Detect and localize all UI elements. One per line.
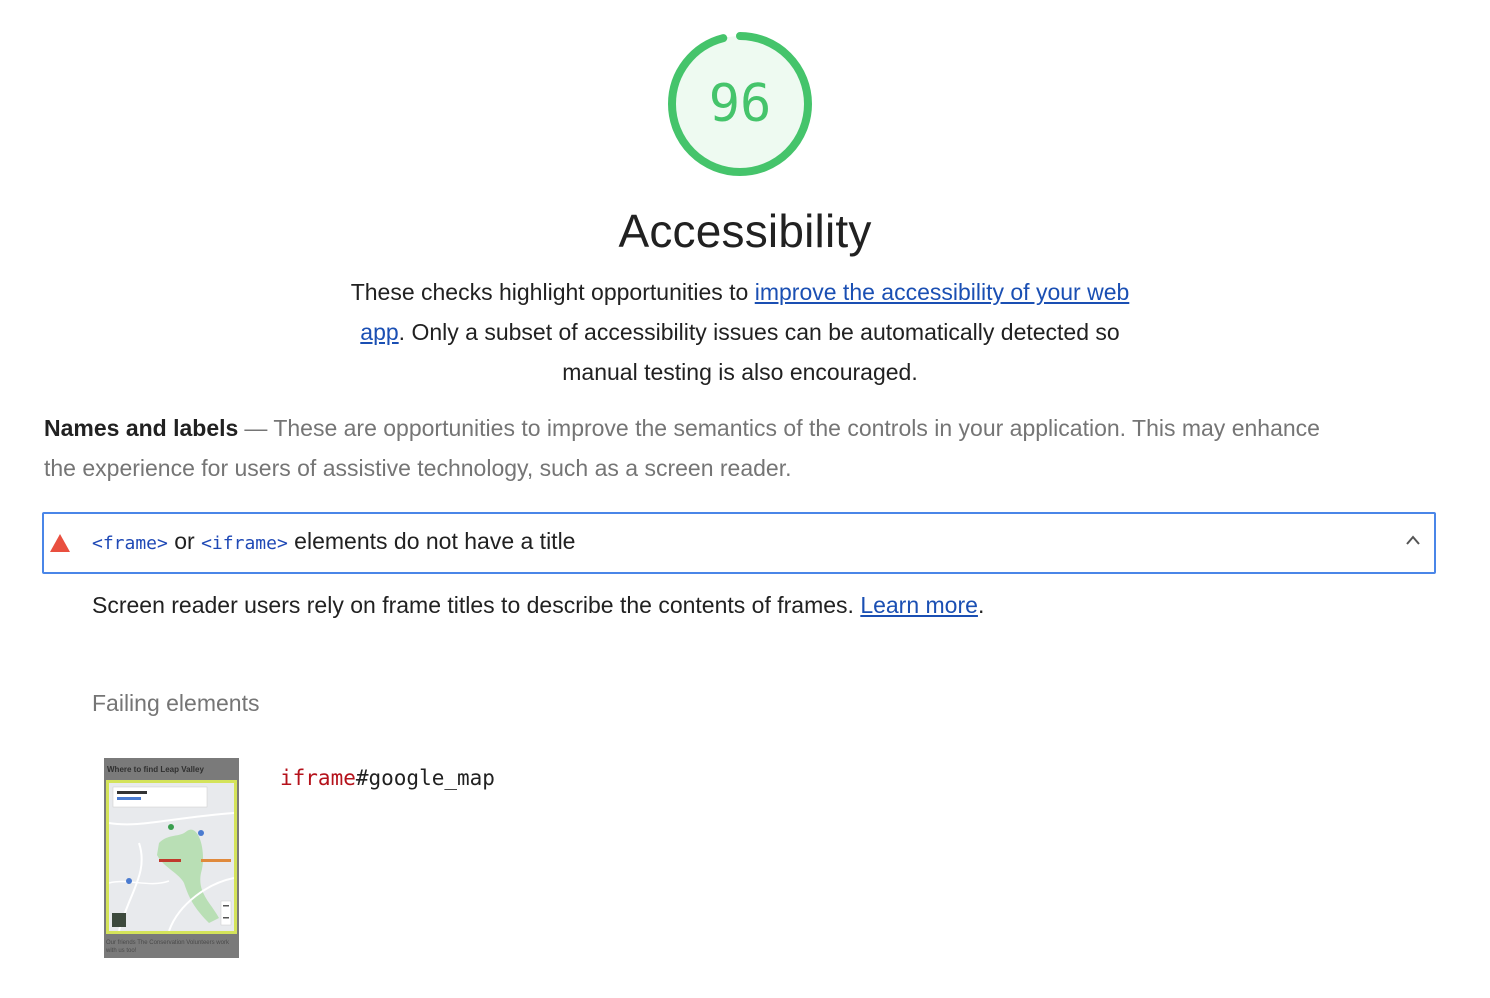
element-screenshot-thumbnail[interactable]: Where to find Leap Valley Our friends Th… <box>104 758 239 958</box>
category-description-text-end: . Only a subset of accessibility issues … <box>398 319 1120 385</box>
group-header: Names and labels — These are opportunities… <box>44 408 1344 488</box>
audit-description-text: Screen reader users rely on frame titles… <box>92 592 861 618</box>
selector-tag: iframe <box>280 766 356 790</box>
map-thumbnail <box>106 780 237 934</box>
map-image <box>109 783 234 931</box>
audit-title-code-frame: <frame> <box>92 533 168 554</box>
failing-elements-label: Failing elements <box>92 690 260 716</box>
thumbnail-caption: Where to find Leap Valley <box>107 765 204 774</box>
fail-triangle-icon <box>50 534 70 552</box>
audit-description-end: . <box>977 592 985 618</box>
group-separator: — <box>244 415 268 441</box>
failing-element-selector: iframe#google_map <box>280 766 495 790</box>
audit-title-code-iframe: <iframe> <box>201 533 288 554</box>
learn-more-link[interactable]: Learn more <box>860 592 978 618</box>
selector-id: #google_map <box>355 766 495 790</box>
group-title: Names and labels <box>44 415 239 441</box>
audit-frame-title[interactable]: <frame> or <iframe> elements do not have… <box>42 512 1436 574</box>
category-description: These checks highlight opportunities to … <box>340 272 1140 392</box>
audit-title-text: elements do not have a title <box>287 528 576 554</box>
score-value: 96 <box>708 74 772 134</box>
audit-title: <frame> or <iframe> elements do not have… <box>92 528 575 555</box>
category-description-text: These checks highlight opportunities to <box>350 279 755 305</box>
thumbnail-footer: Our friends The Conservation Volunteers … <box>106 940 229 954</box>
audit-description: Screen reader users rely on frame titles… <box>92 592 984 619</box>
chevron-up-icon[interactable] <box>1406 534 1420 548</box>
score-gauge: 96 <box>664 28 816 180</box>
audit-title-or: or <box>167 528 202 554</box>
category-title: Accessibility <box>618 205 872 257</box>
